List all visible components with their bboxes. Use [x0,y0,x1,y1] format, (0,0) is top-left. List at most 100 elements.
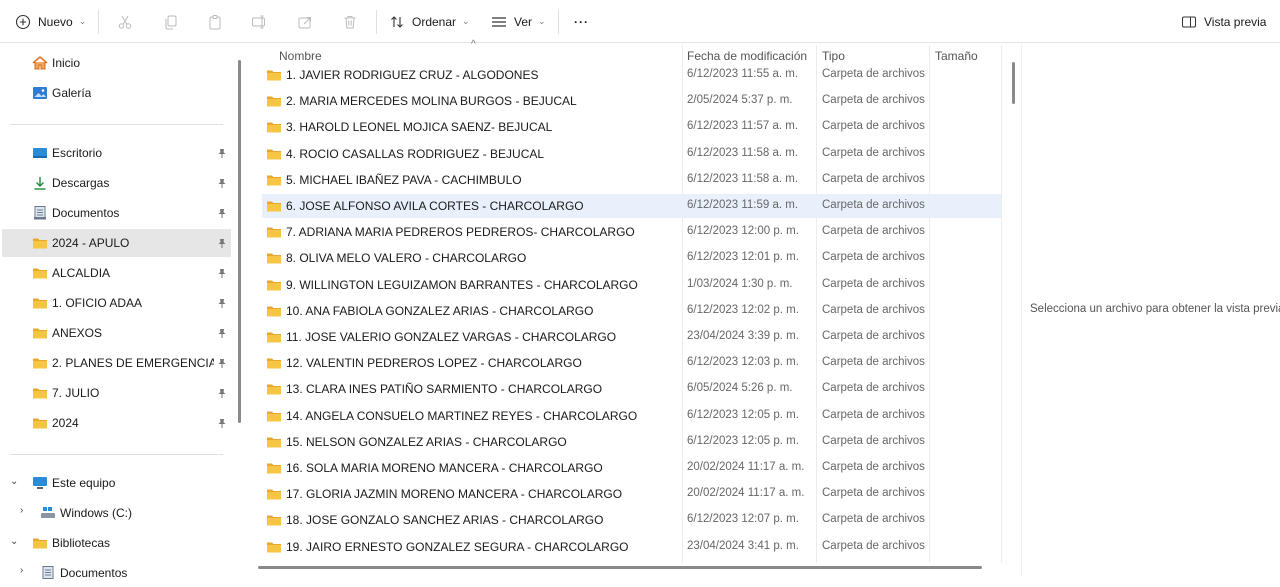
view-button[interactable]: Ver ⌄ [490,0,546,43]
nav-folder-alcaldia[interactable]: ALCALDIA [2,259,231,287]
nav-folder-label: 2024 [52,416,79,430]
share-button[interactable] [296,0,314,43]
file-type: Carpeta de archivos [822,199,925,211]
pin-icon[interactable] [216,357,228,372]
file-row[interactable]: 12. VALENTIN PEDREROS LOPEZ - CHARCOLARG… [262,351,1001,375]
file-row[interactable]: 10. ANA FABIOLA GONZALEZ ARIAS - CHARCOL… [262,299,1001,323]
documents-icon [40,566,56,580]
new-button[interactable]: Nuevo ⌄ [14,0,86,43]
trash-icon [341,13,359,31]
scissors-icon [116,13,134,31]
nav-folder-2024-apulo[interactable]: 2024 - APULO [2,229,231,257]
pin-icon[interactable] [216,147,228,162]
file-row[interactable]: 16. SOLA MARIA MORENO MANCERA - CHARCOLA… [262,456,1001,480]
chevron-down-icon[interactable]: ⌄ [10,536,18,547]
column-date-label: Fecha de modificación [687,49,808,63]
file-name: 6. JOSE ALFONSO AVILA CORTES - CHARCOLAR… [286,199,584,213]
chevron-right-icon[interactable]: › [20,505,23,516]
file-date: 6/12/2023 12:02 p. m. [687,303,799,316]
more-options-button[interactable]: ··· [574,0,589,43]
file-row[interactable]: 9. WILLINGTON LEGUIZAMON BARRANTES - CHA… [262,273,1001,297]
file-name: 4. ROCIO CASALLAS RODRIGUEZ - BEJUCAL [286,146,545,161]
file-name: 8. OLIVA MELO VALERO - CHARCOLARGO [286,251,527,266]
sort-button[interactable]: Ordenar ⌄ [388,0,470,43]
column-divider[interactable] [1001,45,1002,563]
file-name: 9. WILLINGTON LEGUIZAMON BARRANTES - CHA… [286,277,638,292]
nav-documents[interactable]: Documentos [2,199,231,227]
nav-folder-label: 2. PLANES DE EMERGENCIA - 2024 [52,356,214,370]
file-date: 6/12/2023 12:05 p. m. [687,434,799,447]
sidebar-scrollbar[interactable] [238,60,241,423]
file-row[interactable]: 14. ANGELA CONSUELO MARTINEZ REYES - CHA… [262,404,1001,428]
file-row[interactable]: 4. ROCIO CASALLAS RODRIGUEZ - BEJUCAL 6/1… [262,142,1001,166]
nav-folder-julio[interactable]: 7. JULIO [2,379,231,407]
file-row[interactable]: 5. MICHAEL IBAÑEZ PAVA - CACHIMBULO 6/12/… [262,168,1001,192]
nav-desktop[interactable]: Escritorio [2,139,231,167]
file-row[interactable]: 11. JOSE VALERIO GONZALEZ VARGAS - CHARC… [262,325,1001,349]
file-date: 6/12/2023 12:03 p. m. [687,356,799,369]
column-size-label: Tamaño [935,49,978,63]
folder-icon [266,409,282,426]
folder-icon [266,382,282,399]
rename-icon [250,13,268,31]
pin-icon[interactable] [216,327,228,342]
pin-icon[interactable] [216,387,228,402]
paste-button[interactable] [206,0,224,43]
nav-folder-planes-emergencia[interactable]: 2. PLANES DE EMERGENCIA - 2024 [2,349,231,377]
folder-icon [32,266,48,280]
file-row[interactable]: 13. CLARA INES PATIÑO SARMIENTO - CHARCO… [262,377,1001,401]
file-row[interactable]: 6. JOSE ALFONSO AVILA CORTES - CHARCOLAR… [262,194,1001,218]
preview-pane-button[interactable]: Vista previa [1180,0,1266,43]
nav-gallery[interactable]: Galería [2,79,231,107]
pin-icon[interactable] [216,237,228,252]
file-row[interactable]: 2. MARIA MERCEDES MOLINA BURGOS - BEJUCA… [262,89,1001,113]
nav-home[interactable]: Inicio [2,49,231,77]
file-row[interactable]: 15. NELSON GONZALEZ ARIAS - CHARCOLARGO 6… [262,430,1001,454]
chevron-right-icon[interactable]: › [20,565,23,576]
nav-libraries[interactable]: ⌄ Bibliotecas [2,529,231,557]
chevron-down-icon: ⌄ [538,16,546,26]
file-date: 2/05/2024 5:37 p. m. [687,94,793,107]
copy-button[interactable] [162,0,180,43]
pin-icon[interactable] [216,267,228,282]
nav-folder-anexos[interactable]: ANEXOS [2,319,231,347]
folder-icon [266,68,282,85]
rename-button[interactable] [250,0,268,43]
nav-this-pc-label: Este equipo [52,476,116,490]
share-icon [296,13,314,31]
nav-lib-documents[interactable]: › Documentos [2,559,231,587]
file-row[interactable]: 19. JAIRO ERNESTO GONZALEZ SEGURA - CHAR… [262,535,1001,559]
nav-folder-oficio-adaa[interactable]: 1. OFICIO ADAA [2,289,231,317]
file-row[interactable]: 3. HAROLD LEONEL MOJICA SAENZ- BEJUCAL 6/… [262,115,1001,139]
file-type: Carpeta de archivos [822,225,925,238]
delete-button[interactable] [341,0,359,43]
file-list-scrollbar[interactable] [1012,62,1015,104]
pin-icon[interactable] [216,417,228,432]
nav-this-pc[interactable]: ⌄ Este equipo [2,469,231,497]
nav-downloads[interactable]: Descargas [2,169,231,197]
file-row[interactable]: 7. ADRIANA MARIA PEDREROS PEDREROS- CHAR… [262,220,1001,244]
file-type: Carpeta de archivos [822,68,925,80]
chevron-down-icon[interactable]: ⌄ [10,476,18,487]
file-name: 17. GLORIA JAZMIN MORENO MANCERA - CHARC… [286,487,623,502]
file-row[interactable]: 8. OLIVA MELO VALERO - CHARCOLARGO 6/12/2… [262,246,1001,270]
toolbar-divider [558,10,559,34]
nav-desktop-label: Escritorio [52,146,103,160]
nav-windows-drive[interactable]: › Windows (C:) [2,499,231,527]
horizontal-scrollbar[interactable] [258,566,982,569]
desktop-icon [32,146,48,160]
pin-icon[interactable] [216,207,228,222]
folder-icon [32,416,48,430]
pin-icon[interactable] [216,177,228,192]
folder-icon [266,199,282,216]
nav-folder-2024[interactable]: 2024 [2,409,231,437]
preview-pane-icon [1180,13,1198,31]
cut-button[interactable] [116,0,134,43]
file-row[interactable]: 18. JOSE GONZALO SANCHEZ ARIAS - CHARCOL… [262,508,1001,532]
pin-icon[interactable] [216,297,228,312]
file-row[interactable]: 1. JAVIER RODRIGUEZ CRUZ - ALGODONES 6/12… [262,63,1001,87]
folder-icon [32,236,48,250]
file-name: 16. SOLA MARIA MORENO MANCERA - CHARCOLA… [286,461,603,475]
file-row[interactable]: 17. GLORIA JAZMIN MORENO MANCERA - CHARC… [262,482,1001,506]
file-date: 6/12/2023 12:05 p. m. [687,408,799,421]
